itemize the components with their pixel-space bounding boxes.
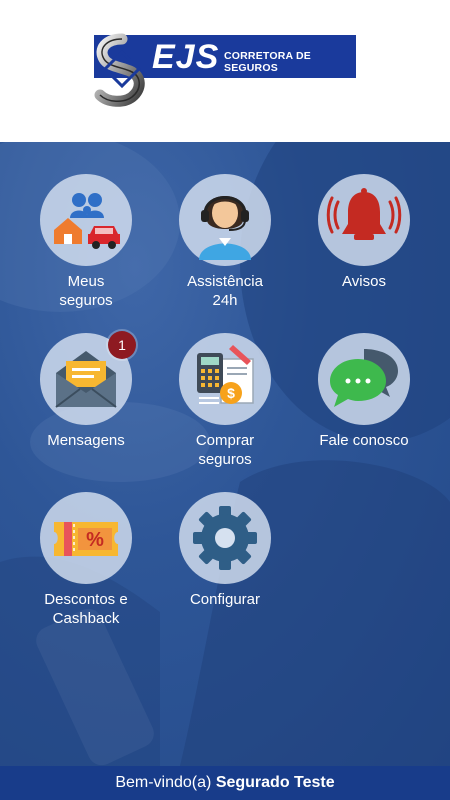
alarm-bell-icon (326, 188, 402, 240)
calculator-document-icon: $ (197, 345, 254, 404)
menu-label: Descontos e Cashback (44, 591, 128, 627)
logo-subtitle: CORRETORA DE SEGUROS (224, 50, 311, 74)
family-home-car-icon (54, 193, 120, 249)
menu-label: Meus seguros (59, 273, 113, 309)
menu-icon-circle (318, 333, 410, 425)
menu-icon-circle (179, 174, 271, 266)
menu-icon-circle (179, 492, 271, 584)
menu-label: Fale conosco (319, 432, 409, 449)
svg-text:%: % (86, 529, 104, 551)
menu-icon-circle: $ (179, 333, 271, 425)
logo-emblem-icon (94, 33, 145, 107)
menu-label: Assistência 24h (187, 273, 263, 309)
welcome-bar: Bem-vindo(a) Segurado Teste (0, 766, 450, 800)
menu-label: Configurar (189, 591, 261, 608)
app-header: EJS CORRETORA DE SEGUROS (0, 0, 450, 142)
menu-icon-circle (318, 174, 410, 266)
unread-badge: 1 (108, 331, 136, 359)
menu-area: Meus seguros Assistência 24h Avisos 1 Me… (0, 142, 450, 766)
logo-text: EJS (152, 38, 220, 76)
menu-icon-circle (40, 174, 132, 266)
menu-label: Mensagens (47, 432, 125, 449)
menu-icon-circle: % (40, 492, 132, 584)
menu-label: Comprar seguros (195, 432, 255, 468)
gear-icon (193, 506, 257, 570)
discount-coupon-icon: % (54, 522, 118, 556)
company-logo: EJS CORRETORA DE SEGUROS (92, 33, 356, 109)
welcome-prefix: Bem-vindo(a) (115, 774, 216, 791)
user-name: Segurado Teste (215, 774, 335, 791)
svg-text:$: $ (227, 385, 235, 401)
menu-label: Avisos (342, 273, 386, 290)
headset-agent-icon (199, 196, 251, 260)
chat-bubbles-icon (330, 349, 398, 407)
